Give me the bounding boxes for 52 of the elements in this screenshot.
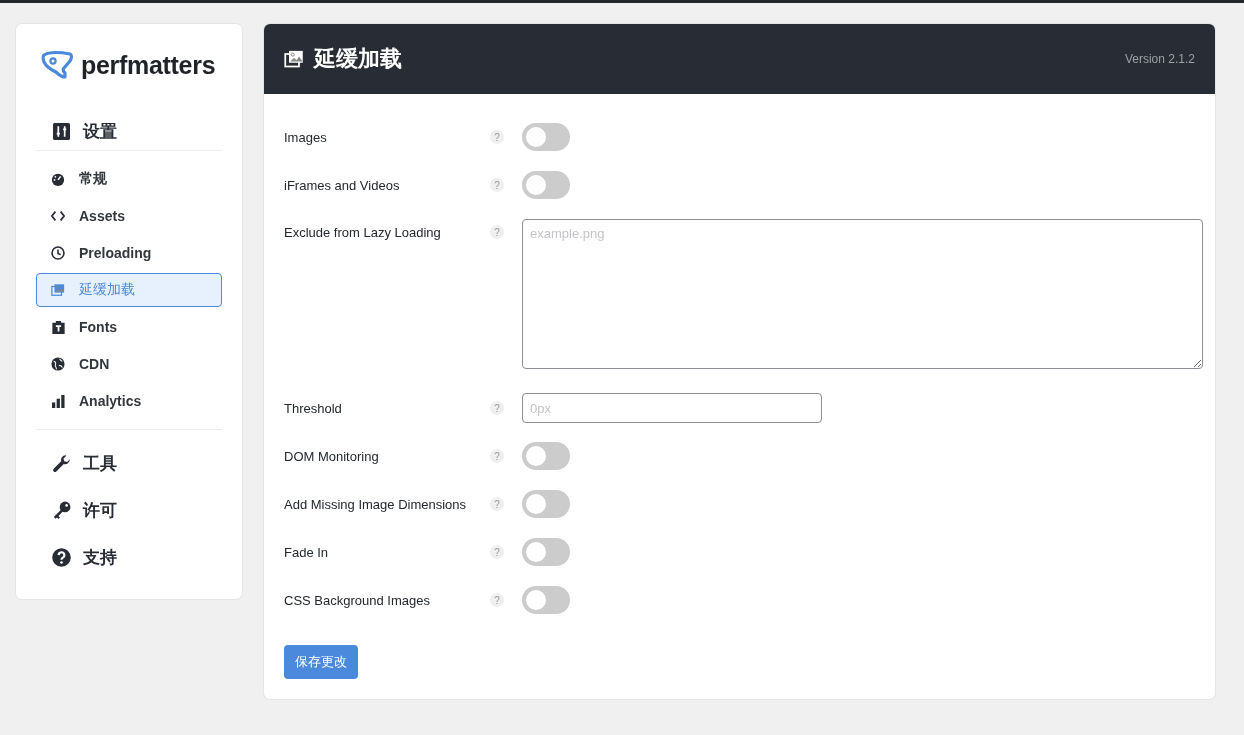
briefcase-icon bbox=[51, 320, 65, 334]
code-icon bbox=[51, 210, 65, 222]
clock-icon bbox=[51, 246, 65, 260]
input-field[interactable]: 0px bbox=[522, 393, 822, 423]
images-icon bbox=[51, 283, 65, 297]
settings-heading: 设置 bbox=[83, 120, 117, 143]
sidebar-item[interactable]: 常规 bbox=[36, 162, 222, 196]
help-tooltip-trigger[interactable]: ? bbox=[490, 401, 504, 415]
exclude-textarea[interactable]: example.png bbox=[522, 219, 1203, 369]
toggle-switch[interactable] bbox=[522, 442, 570, 470]
help-tooltip-trigger[interactable]: ? bbox=[490, 225, 504, 239]
sidebar-item[interactable]: Fonts bbox=[36, 310, 222, 344]
bar-chart-icon bbox=[51, 394, 65, 408]
field-label: Images bbox=[284, 129, 328, 145]
help-tooltip-trigger[interactable]: ? bbox=[490, 545, 504, 559]
help-tooltip-trigger[interactable]: ? bbox=[490, 497, 504, 511]
help-tooltip-trigger[interactable]: ? bbox=[490, 130, 504, 144]
save-button[interactable]: 保存更改 bbox=[284, 645, 358, 679]
field-label: Fade In bbox=[284, 544, 330, 560]
field-label: iFrames and Videos bbox=[284, 177, 401, 193]
sidebar-link[interactable]: 许可 bbox=[36, 491, 222, 529]
toggle-switch[interactable] bbox=[522, 586, 570, 614]
toggle-switch[interactable] bbox=[522, 538, 570, 566]
field-label: DOM Monitoring bbox=[284, 448, 380, 464]
key-icon bbox=[51, 500, 71, 520]
sidebar-item[interactable]: Preloading bbox=[36, 236, 222, 270]
toggle-switch[interactable] bbox=[522, 490, 570, 518]
toggle-switch[interactable] bbox=[522, 123, 570, 151]
help-tooltip-trigger[interactable]: ? bbox=[490, 593, 504, 607]
help-tooltip-trigger[interactable]: ? bbox=[490, 178, 504, 192]
sliders-icon bbox=[52, 122, 70, 140]
field-label: Add Missing Image Dimensions bbox=[284, 496, 468, 512]
help-icon bbox=[51, 547, 71, 567]
sidebar-item[interactable]: 延缓加载 bbox=[36, 273, 222, 307]
gauge-icon bbox=[51, 172, 65, 186]
toggle-switch[interactable] bbox=[522, 171, 570, 199]
globe-icon bbox=[51, 357, 65, 371]
field-label: CSS Background Images bbox=[284, 592, 431, 608]
field-label: Threshold bbox=[284, 400, 343, 416]
panel-title: 延缓加载 bbox=[314, 45, 402, 73]
logo-icon bbox=[41, 50, 75, 80]
wrench-icon bbox=[51, 453, 71, 473]
sidebar-link[interactable]: 支持 bbox=[36, 538, 222, 576]
sidebar-item[interactable]: Analytics bbox=[36, 384, 222, 418]
help-tooltip-trigger[interactable]: ? bbox=[490, 449, 504, 463]
images-icon bbox=[284, 49, 304, 69]
logo-text: perfmatters bbox=[81, 50, 216, 80]
sidebar-link[interactable]: 工具 bbox=[36, 444, 222, 482]
version-text: Version 2.1.2 bbox=[1124, 52, 1195, 66]
sidebar-item[interactable]: Assets bbox=[36, 199, 222, 233]
field-label: Exclude from Lazy Loading bbox=[284, 225, 442, 240]
sidebar-item[interactable]: CDN bbox=[36, 347, 222, 381]
